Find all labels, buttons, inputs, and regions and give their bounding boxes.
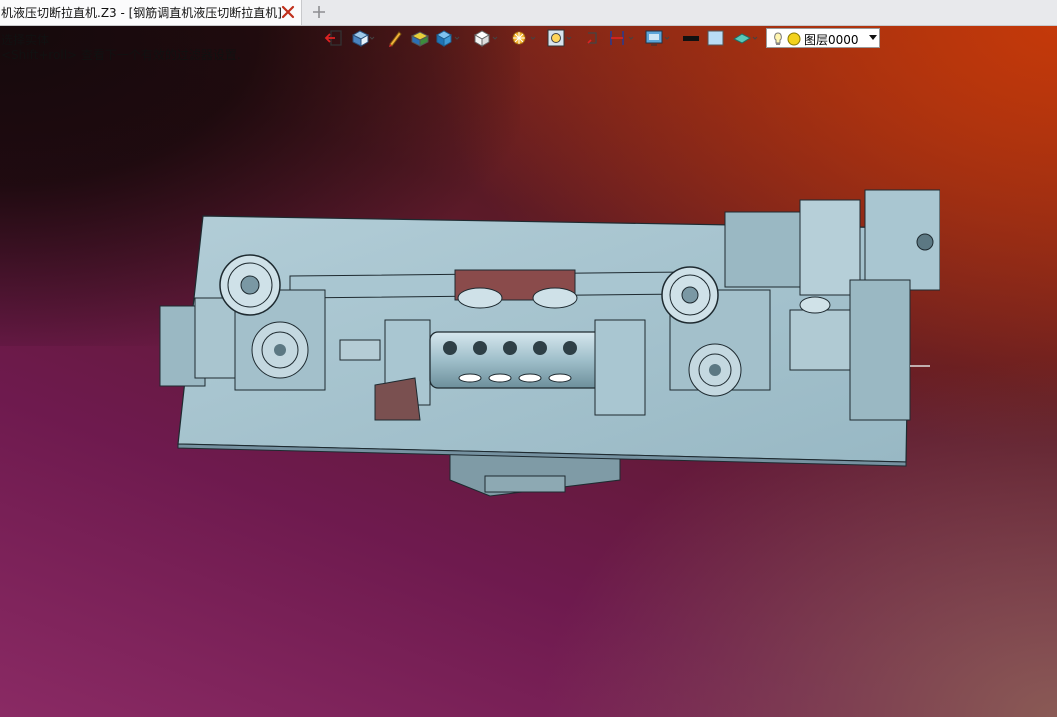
view-cube-icon[interactable] [350,27,376,49]
tab-bar: 机液压切断拉直机.Z3 - [钢筋调直机液压切断拉直机] [0,0,1057,26]
document-tab[interactable]: 机液压切断拉直机.Z3 - [钢筋调直机液压切断拉直机] [0,0,302,25]
sun-icon[interactable] [510,27,540,49]
plus-icon[interactable] [312,4,326,20]
chevron-down-icon[interactable] [869,35,877,41]
section-icon[interactable] [608,27,638,49]
shaded-cube-icon[interactable] [434,27,464,49]
color-swatch-icon[interactable] [707,27,725,49]
exit-icon[interactable] [324,27,344,49]
rotate-icon[interactable] [584,27,602,49]
box-layers-icon[interactable] [410,27,430,49]
layer-name: 图层0000 [804,33,859,47]
lightbulb-icon [774,32,801,46]
plane-icon[interactable] [732,27,762,49]
cad-model[interactable] [150,180,940,510]
pencil-icon[interactable] [386,27,404,49]
close-icon[interactable] [281,4,295,20]
wire-cube-icon[interactable] [472,27,502,49]
layer-dropdown[interactable]: 图层0000 [766,28,880,48]
zoom-icon[interactable] [546,27,576,49]
tab-title: 机液压切断拉直机.Z3 - [钢筋调直机液压切断拉直机] [1,6,282,20]
display-icon[interactable] [644,27,674,49]
motor-feet [484,475,566,493]
filter-hint: <Shift+roll> 查看下一个有效的过滤器设置. [1,48,241,62]
line-style-icon[interactable] [682,27,700,49]
